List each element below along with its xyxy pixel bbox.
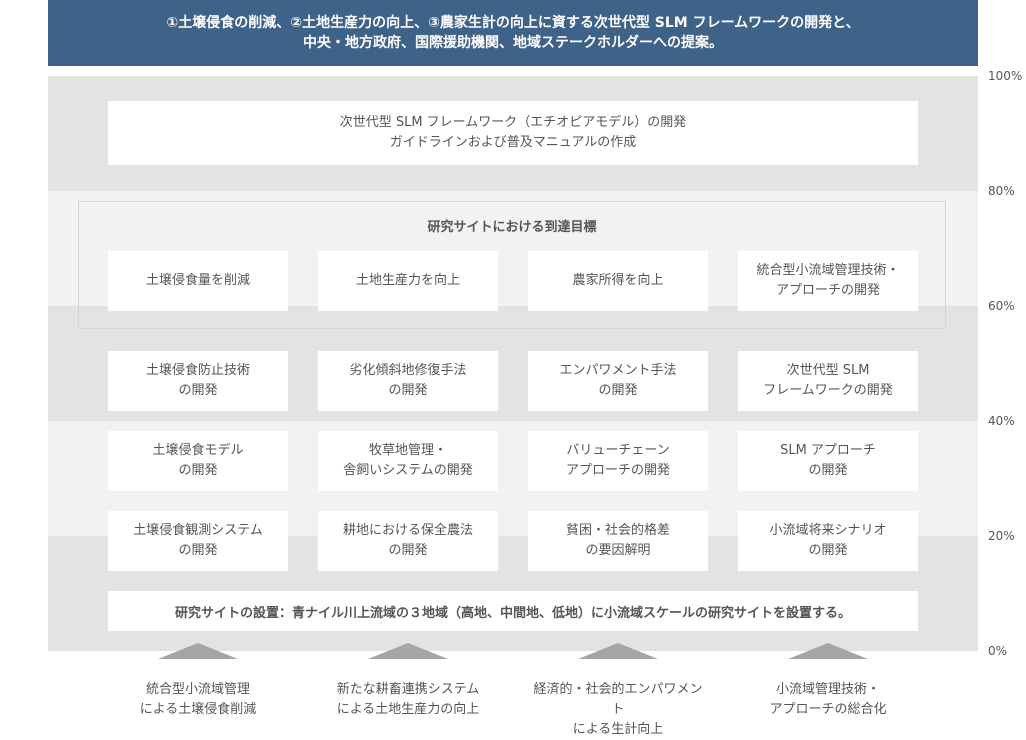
research-line-2: の開発 xyxy=(808,463,848,478)
research-line-1: 劣化傾斜地修復手法 xyxy=(349,363,467,378)
research-line-1: 土壌侵食防止技術 xyxy=(145,363,250,378)
research-box: 牧草地管理・ 舎飼いシステムの開発 xyxy=(318,431,498,491)
pillar-label: 統合型小流域管理 による土壌侵食削減 xyxy=(108,680,288,720)
goal-box: 土地生産力を向上 xyxy=(318,251,498,311)
axis-tick-0: 0% xyxy=(988,644,1008,658)
up-arrow-icon xyxy=(368,643,448,659)
pillar-label: 経済的・社会的エンパワメント による生計向上 xyxy=(528,680,708,740)
goal-box: 統合型小流域管理技術・ アプローチの開発 xyxy=(738,251,918,311)
research-box: 土壌侵食防止技術 の開発 xyxy=(108,351,288,411)
research-box: 土壌侵食観測システム の開発 xyxy=(108,511,288,571)
research-box: 貧困・社会的格差 の要因解明 xyxy=(528,511,708,571)
axis-tick-100: 100% xyxy=(988,69,1023,83)
header-line-2: 中央・地方政府、国際援助機関、地域ステークホルダーへの提案。 xyxy=(303,35,723,51)
research-box: 土壌侵食モデル の開発 xyxy=(108,431,288,491)
pillar-line-1: 小流域管理技術・ xyxy=(775,682,880,697)
pillar-line-1: 経済的・社会的エンパワメント xyxy=(533,682,703,717)
research-box: 劣化傾斜地修復手法 の開発 xyxy=(318,351,498,411)
goal-line-1: 統合型小流域管理技術・ xyxy=(756,263,900,278)
research-line-1: SLM アプローチ xyxy=(780,443,876,458)
axis-tick-80: 80% xyxy=(988,184,1015,198)
research-line-2: アプローチの開発 xyxy=(565,463,670,478)
pillar-line-2: による生計向上 xyxy=(572,722,664,737)
research-line-1: 小流域将来シナリオ xyxy=(769,523,887,538)
research-line-2: の開発 xyxy=(178,543,218,558)
research-line-1: エンパワメント手法 xyxy=(559,363,677,378)
site-setup-box: 研究サイトの設置：青ナイル川上流域の３地域（高地、中間地、低地）に小流域スケール… xyxy=(108,591,918,631)
research-line-1: 牧草地管理・ xyxy=(368,443,447,458)
framework-line-2: ガイドラインおよび普及マニュアルの作成 xyxy=(389,135,637,150)
research-box: 耕地における保全農法 の開発 xyxy=(318,511,498,571)
framework-line-1: 次世代型 SLM フレームワーク（エチオピアモデル）の開発 xyxy=(339,115,687,130)
research-box: 次世代型 SLM フレームワークの開発 xyxy=(738,351,918,411)
goals-title: 研究サイトにおける到達目標 xyxy=(427,220,597,235)
goal-box: 土壌侵食量を削減 xyxy=(108,251,288,311)
axis-tick-20: 20% xyxy=(988,529,1015,543)
goal-box: 農家所得を向上 xyxy=(528,251,708,311)
research-line-2: の開発 xyxy=(808,543,848,558)
research-line-2: の開発 xyxy=(388,543,428,558)
research-line-1: 土壌侵食観測システム xyxy=(133,523,263,538)
header-banner: ①土壌侵食の削減、②土地生産力の向上、③農家生計の向上に資する次世代型 SLM … xyxy=(48,0,978,66)
goal-line-1: 土壌侵食量を削減 xyxy=(145,273,250,288)
pillar-label: 新たな耕畜連携システム による土地生産力の向上 xyxy=(318,680,498,720)
axis-tick-40: 40% xyxy=(988,414,1015,428)
research-line-2: の開発 xyxy=(178,383,218,398)
research-box: エンパワメント手法 の開発 xyxy=(528,351,708,411)
research-box: 小流域将来シナリオ の開発 xyxy=(738,511,918,571)
axis-tick-60: 60% xyxy=(988,299,1015,313)
research-line-1: 貧困・社会的格差 xyxy=(565,523,670,538)
research-line-2: フレームワークの開発 xyxy=(763,383,893,398)
goal-line-2: アプローチの開発 xyxy=(775,283,880,298)
research-box: SLM アプローチ の開発 xyxy=(738,431,918,491)
pillar-line-1: 新たな耕畜連携システム xyxy=(336,682,480,697)
up-arrow-icon xyxy=(158,643,238,659)
research-line-2: の要因解明 xyxy=(585,543,651,558)
framework-box: 次世代型 SLM フレームワーク（エチオピアモデル）の開発 ガイドラインおよび普… xyxy=(108,101,918,165)
research-line-1: 耕地における保全農法 xyxy=(342,523,473,538)
research-line-1: バリューチェーン xyxy=(566,443,670,458)
research-box: バリューチェーン アプローチの開発 xyxy=(528,431,708,491)
header-line-1: ①土壌侵食の削減、②土地生産力の向上、③農家生計の向上に資する次世代型 SLM … xyxy=(166,15,860,31)
pillar-label: 小流域管理技術・ アプローチの総合化 xyxy=(738,680,918,720)
up-arrow-icon xyxy=(788,643,868,659)
research-line-2: の開発 xyxy=(178,463,218,478)
research-line-2: の開発 xyxy=(598,383,638,398)
up-arrow-icon xyxy=(578,643,658,659)
pillar-line-2: による土壌侵食削減 xyxy=(139,702,257,717)
research-line-2: 舎飼いシステムの開発 xyxy=(343,463,473,478)
goal-line-1: 土地生産力を向上 xyxy=(355,273,460,288)
research-line-1: 土壌侵食モデル xyxy=(152,443,244,458)
goal-line-1: 農家所得を向上 xyxy=(572,273,664,288)
research-line-2: の開発 xyxy=(388,383,428,398)
pillar-line-2: による土地生産力の向上 xyxy=(336,702,480,717)
research-line-1: 次世代型 SLM xyxy=(786,363,870,378)
pillar-line-2: アプローチの総合化 xyxy=(769,702,887,717)
pillar-line-1: 統合型小流域管理 xyxy=(145,682,250,697)
